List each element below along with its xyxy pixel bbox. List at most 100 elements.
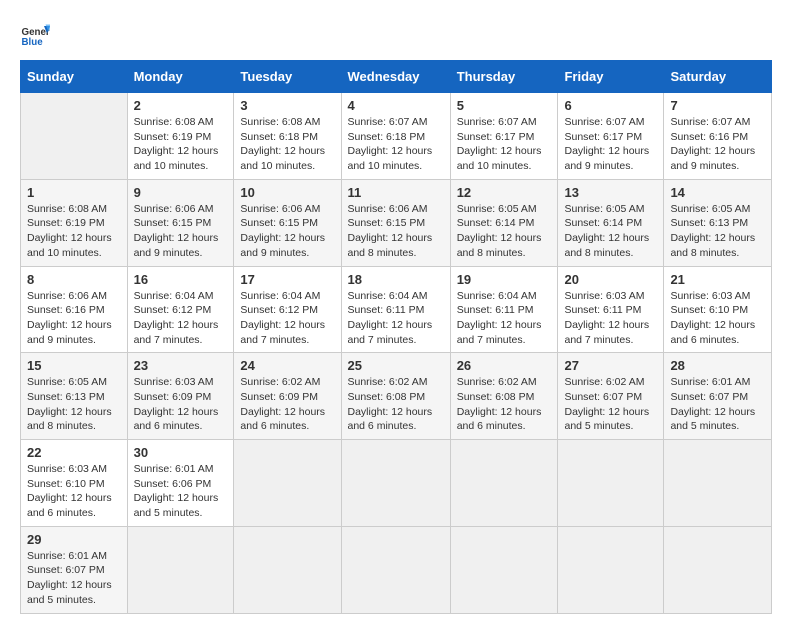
calendar-table: SundayMondayTuesdayWednesdayThursdayFrid…: [20, 60, 772, 614]
calendar-cell: [341, 440, 450, 527]
day-info: Sunrise: 6:03 AM Sunset: 6:10 PM Dayligh…: [670, 290, 755, 346]
day-number: 5: [457, 98, 552, 113]
day-number: 18: [348, 272, 444, 287]
calendar-cell: [664, 440, 772, 527]
day-number: 11: [348, 185, 444, 200]
header-thursday: Thursday: [450, 61, 558, 93]
header-sunday: Sunday: [21, 61, 128, 93]
calendar-cell: [234, 526, 341, 613]
day-info: Sunrise: 6:07 AM Sunset: 6:17 PM Dayligh…: [457, 116, 542, 172]
day-number: 19: [457, 272, 552, 287]
day-info: Sunrise: 6:02 AM Sunset: 6:07 PM Dayligh…: [564, 376, 649, 432]
svg-text:Blue: Blue: [22, 37, 44, 48]
calendar-cell: 10 Sunrise: 6:06 AM Sunset: 6:15 PM Dayl…: [234, 179, 341, 266]
day-number: 15: [27, 358, 121, 373]
day-info: Sunrise: 6:08 AM Sunset: 6:19 PM Dayligh…: [27, 203, 112, 259]
calendar-week-3: 15 Sunrise: 6:05 AM Sunset: 6:13 PM Dayl…: [21, 353, 772, 440]
calendar-cell: 1 Sunrise: 6:08 AM Sunset: 6:19 PM Dayli…: [21, 179, 128, 266]
calendar-week-5: 29 Sunrise: 6:01 AM Sunset: 6:07 PM Dayl…: [21, 526, 772, 613]
header: General Blue: [20, 20, 772, 50]
day-info: Sunrise: 6:01 AM Sunset: 6:07 PM Dayligh…: [27, 550, 112, 606]
calendar-week-1: 1 Sunrise: 6:08 AM Sunset: 6:19 PM Dayli…: [21, 179, 772, 266]
day-number: 1: [27, 185, 121, 200]
day-number: 13: [564, 185, 657, 200]
day-info: Sunrise: 6:05 AM Sunset: 6:14 PM Dayligh…: [564, 203, 649, 259]
day-number: 30: [134, 445, 228, 460]
day-info: Sunrise: 6:06 AM Sunset: 6:15 PM Dayligh…: [240, 203, 325, 259]
day-number: 29: [27, 532, 121, 547]
calendar-cell: 19 Sunrise: 6:04 AM Sunset: 6:11 PM Dayl…: [450, 266, 558, 353]
calendar-cell: 13 Sunrise: 6:05 AM Sunset: 6:14 PM Dayl…: [558, 179, 664, 266]
calendar-cell: 18 Sunrise: 6:04 AM Sunset: 6:11 PM Dayl…: [341, 266, 450, 353]
day-number: 22: [27, 445, 121, 460]
day-number: 4: [348, 98, 444, 113]
day-info: Sunrise: 6:08 AM Sunset: 6:18 PM Dayligh…: [240, 116, 325, 172]
day-number: 3: [240, 98, 334, 113]
day-info: Sunrise: 6:05 AM Sunset: 6:13 PM Dayligh…: [27, 376, 112, 432]
calendar-cell: 16 Sunrise: 6:04 AM Sunset: 6:12 PM Dayl…: [127, 266, 234, 353]
day-info: Sunrise: 6:07 AM Sunset: 6:18 PM Dayligh…: [348, 116, 433, 172]
day-number: 16: [134, 272, 228, 287]
day-info: Sunrise: 6:01 AM Sunset: 6:07 PM Dayligh…: [670, 376, 755, 432]
day-info: Sunrise: 6:04 AM Sunset: 6:11 PM Dayligh…: [457, 290, 542, 346]
calendar-cell: 9 Sunrise: 6:06 AM Sunset: 6:15 PM Dayli…: [127, 179, 234, 266]
day-number: 9: [134, 185, 228, 200]
day-number: 21: [670, 272, 765, 287]
calendar-cell: 28 Sunrise: 6:01 AM Sunset: 6:07 PM Dayl…: [664, 353, 772, 440]
calendar-cell: 6 Sunrise: 6:07 AM Sunset: 6:17 PM Dayli…: [558, 93, 664, 180]
day-number: 24: [240, 358, 334, 373]
header-monday: Monday: [127, 61, 234, 93]
calendar-cell: 7 Sunrise: 6:07 AM Sunset: 6:16 PM Dayli…: [664, 93, 772, 180]
day-info: Sunrise: 6:02 AM Sunset: 6:09 PM Dayligh…: [240, 376, 325, 432]
day-number: 14: [670, 185, 765, 200]
day-number: 17: [240, 272, 334, 287]
calendar-cell: [558, 526, 664, 613]
day-info: Sunrise: 6:03 AM Sunset: 6:09 PM Dayligh…: [134, 376, 219, 432]
day-number: 27: [564, 358, 657, 373]
calendar-week-2: 8 Sunrise: 6:06 AM Sunset: 6:16 PM Dayli…: [21, 266, 772, 353]
calendar-cell: [341, 526, 450, 613]
calendar-cell: 17 Sunrise: 6:04 AM Sunset: 6:12 PM Dayl…: [234, 266, 341, 353]
header-saturday: Saturday: [664, 61, 772, 93]
calendar-cell: 27 Sunrise: 6:02 AM Sunset: 6:07 PM Dayl…: [558, 353, 664, 440]
day-info: Sunrise: 6:04 AM Sunset: 6:12 PM Dayligh…: [240, 290, 325, 346]
calendar-week-0: 2 Sunrise: 6:08 AM Sunset: 6:19 PM Dayli…: [21, 93, 772, 180]
day-info: Sunrise: 6:06 AM Sunset: 6:16 PM Dayligh…: [27, 290, 112, 346]
calendar-cell: [450, 526, 558, 613]
day-number: 8: [27, 272, 121, 287]
calendar-cell: 15 Sunrise: 6:05 AM Sunset: 6:13 PM Dayl…: [21, 353, 128, 440]
calendar-cell: [664, 526, 772, 613]
calendar-cell: 23 Sunrise: 6:03 AM Sunset: 6:09 PM Dayl…: [127, 353, 234, 440]
calendar-cell: 21 Sunrise: 6:03 AM Sunset: 6:10 PM Dayl…: [664, 266, 772, 353]
day-number: 10: [240, 185, 334, 200]
calendar-cell: [127, 526, 234, 613]
calendar-cell: 8 Sunrise: 6:06 AM Sunset: 6:16 PM Dayli…: [21, 266, 128, 353]
calendar-cell: 25 Sunrise: 6:02 AM Sunset: 6:08 PM Dayl…: [341, 353, 450, 440]
calendar-cell: [558, 440, 664, 527]
calendar-cell: 14 Sunrise: 6:05 AM Sunset: 6:13 PM Dayl…: [664, 179, 772, 266]
calendar-week-4: 22 Sunrise: 6:03 AM Sunset: 6:10 PM Dayl…: [21, 440, 772, 527]
header-wednesday: Wednesday: [341, 61, 450, 93]
calendar-header-row: SundayMondayTuesdayWednesdayThursdayFrid…: [21, 61, 772, 93]
day-number: 25: [348, 358, 444, 373]
day-number: 12: [457, 185, 552, 200]
calendar-cell: [450, 440, 558, 527]
calendar-cell: 11 Sunrise: 6:06 AM Sunset: 6:15 PM Dayl…: [341, 179, 450, 266]
calendar-cell: 3 Sunrise: 6:08 AM Sunset: 6:18 PM Dayli…: [234, 93, 341, 180]
calendar-cell: 20 Sunrise: 6:03 AM Sunset: 6:11 PM Dayl…: [558, 266, 664, 353]
day-info: Sunrise: 6:03 AM Sunset: 6:10 PM Dayligh…: [27, 463, 112, 519]
calendar-cell: 4 Sunrise: 6:07 AM Sunset: 6:18 PM Dayli…: [341, 93, 450, 180]
calendar-cell: 22 Sunrise: 6:03 AM Sunset: 6:10 PM Dayl…: [21, 440, 128, 527]
day-info: Sunrise: 6:07 AM Sunset: 6:17 PM Dayligh…: [564, 116, 649, 172]
day-info: Sunrise: 6:01 AM Sunset: 6:06 PM Dayligh…: [134, 463, 219, 519]
day-number: 28: [670, 358, 765, 373]
day-info: Sunrise: 6:05 AM Sunset: 6:13 PM Dayligh…: [670, 203, 755, 259]
calendar-cell: [234, 440, 341, 527]
calendar-cell: 29 Sunrise: 6:01 AM Sunset: 6:07 PM Dayl…: [21, 526, 128, 613]
calendar-cell: 5 Sunrise: 6:07 AM Sunset: 6:17 PM Dayli…: [450, 93, 558, 180]
logo: General Blue: [20, 20, 50, 50]
header-tuesday: Tuesday: [234, 61, 341, 93]
calendar-cell: [21, 93, 128, 180]
day-info: Sunrise: 6:02 AM Sunset: 6:08 PM Dayligh…: [457, 376, 542, 432]
day-info: Sunrise: 6:06 AM Sunset: 6:15 PM Dayligh…: [348, 203, 433, 259]
